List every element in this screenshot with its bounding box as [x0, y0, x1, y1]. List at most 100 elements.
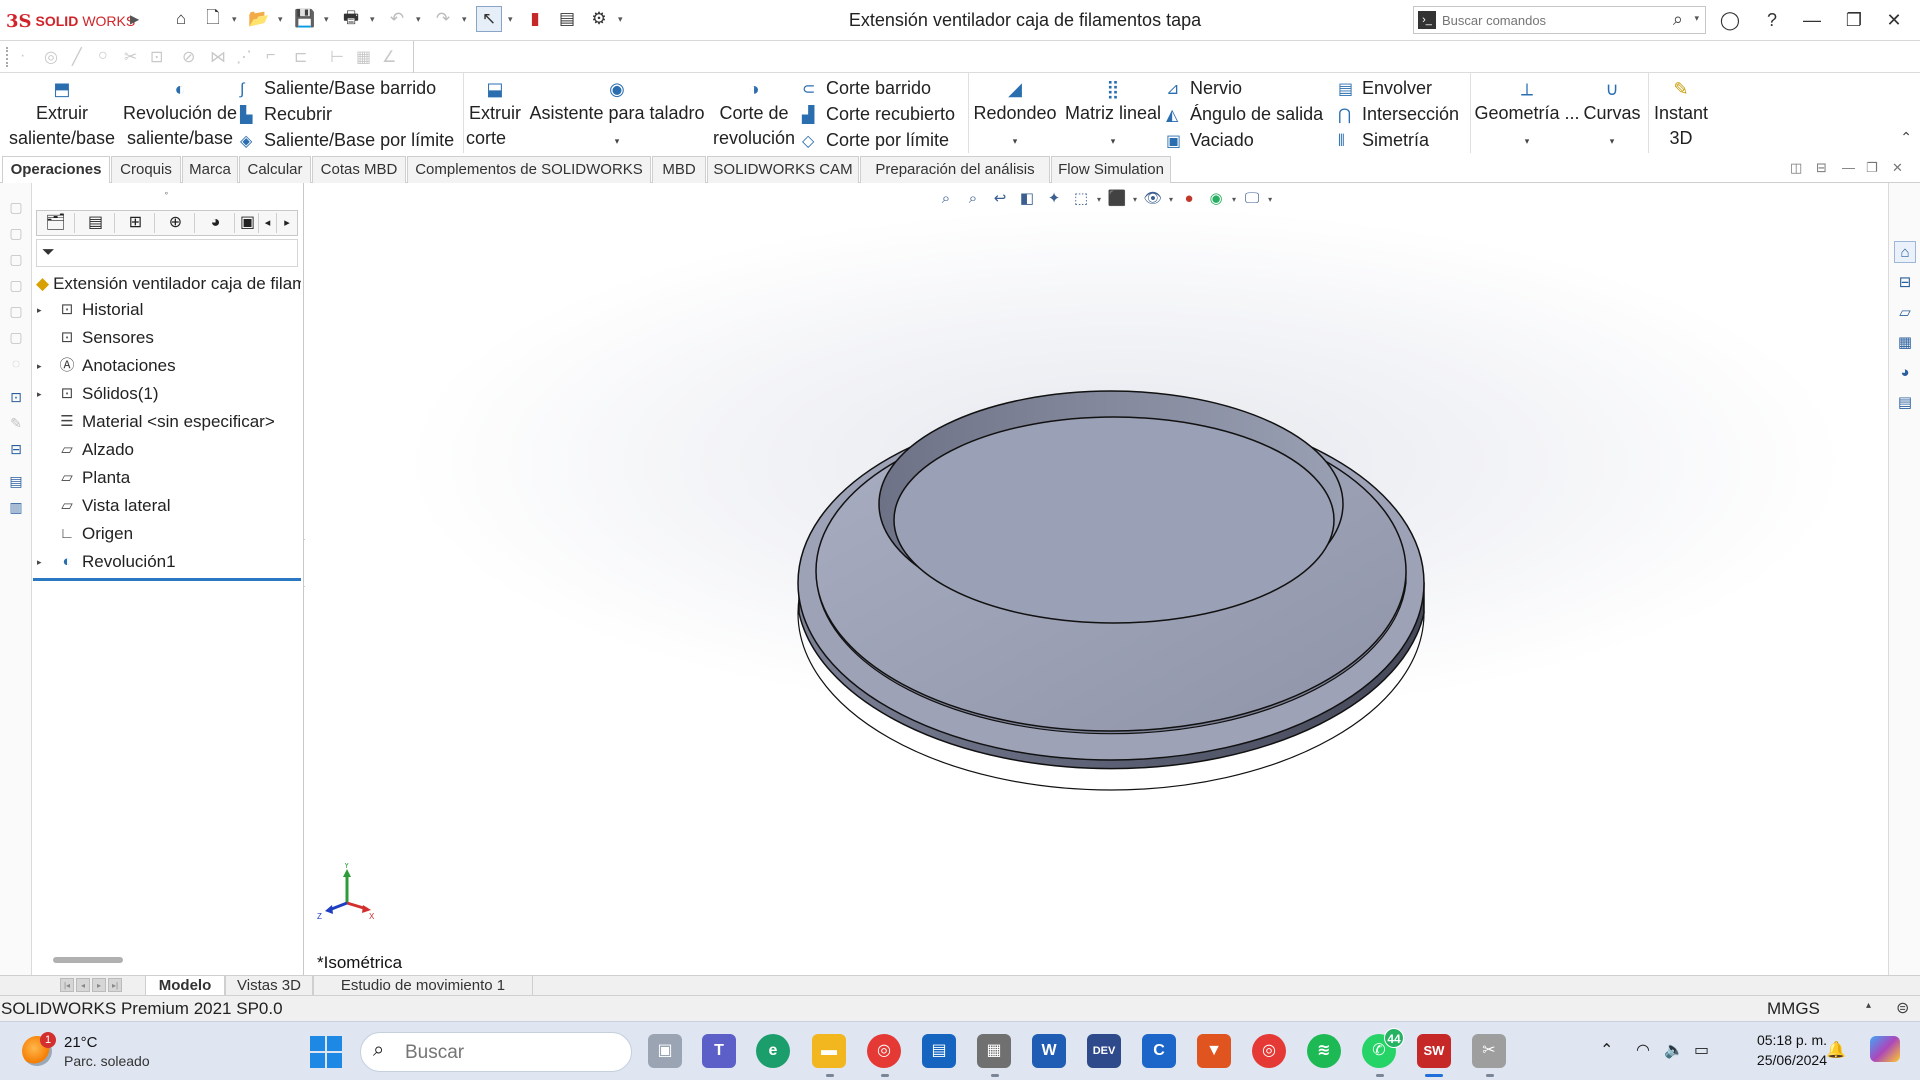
select-tangency-icon[interactable]: ▢ [7, 251, 25, 269]
file-explorer-app-icon[interactable]: ▬ [812, 1034, 846, 1068]
mirror-entities-icon[interactable]: ⋈ [210, 47, 226, 67]
search-dropdown-icon[interactable]: ▾ [1694, 13, 1699, 24]
extrude-cut-button[interactable]: ⬓ Extruir corte [466, 77, 524, 151]
property-manager-icon[interactable]: ▤ [77, 213, 115, 233]
cam-manager-icon[interactable]: ▣ [237, 213, 259, 233]
solidworks-resources-icon[interactable]: ⌂ [1894, 241, 1916, 263]
configuration-manager-icon[interactable]: ⊞ [117, 213, 155, 233]
minimize-icon[interactable]: — [1794, 6, 1830, 34]
swept-cut-button[interactable]: ⊂ Corte barrido [802, 75, 931, 101]
reference-geometry-dropdown-icon[interactable]: ▾ [1525, 136, 1530, 146]
linear-pattern-dropdown-icon[interactable]: ▾ [1111, 136, 1116, 146]
spotify-icon[interactable]: ≋ [1307, 1034, 1341, 1068]
show-hidden-icons-icon[interactable]: ⌃ [1600, 1040, 1613, 1060]
revolve-cut-button[interactable]: ◑ Corte de revolución [710, 77, 798, 151]
tab-modelo[interactable]: Modelo [145, 976, 225, 996]
undo-icon[interactable]: ↶ [384, 6, 410, 32]
start-button[interactable] [310, 1036, 342, 1068]
redo-icon[interactable]: ↷ [430, 6, 456, 32]
print-icon[interactable]: 🖶 [338, 6, 364, 32]
select-faces-icon[interactable]: ◌ [7, 355, 25, 373]
teams-icon[interactable]: T [702, 1034, 736, 1068]
intersect-button[interactable]: ⋂ Intersección [1338, 101, 1459, 127]
print-dropdown-icon[interactable]: ▾ [370, 14, 378, 25]
fillet-button[interactable]: ◢ Redondeo ▾ [972, 77, 1058, 154]
viewport-minimize-icon[interactable]: — [1842, 160, 1855, 175]
expand-arrow-icon[interactable]: ▸ [37, 297, 47, 323]
tab-marca[interactable]: Marca [182, 156, 238, 183]
line-icon[interactable]: ╱ [72, 47, 82, 67]
fillet-dropdown-icon[interactable]: ▾ [1013, 136, 1018, 146]
weather-widget[interactable]: 1 21°C Parc. soleado [22, 1032, 202, 1072]
rib-button[interactable]: ⊿ Nervio [1166, 75, 1242, 101]
volume-icon[interactable]: 🔈 [1664, 1040, 1684, 1060]
wrap-button[interactable]: ▤ Envolver [1338, 75, 1432, 101]
first-tab-icon[interactable]: |◂ [60, 978, 74, 992]
tab-cotas-mbd[interactable]: Cotas MBD [312, 156, 406, 183]
tabs-scroll-left-icon[interactable]: ◂ [259, 213, 277, 233]
toggle-filter-toolbar-icon[interactable]: ▤ [7, 473, 25, 491]
battery-icon[interactable]: ▭ [1694, 1040, 1709, 1060]
file-explorer-icon[interactable]: ▱ [1894, 301, 1916, 323]
brave-icon[interactable]: ▼ [1197, 1034, 1231, 1068]
clear-filters-icon[interactable]: ▥ [7, 499, 25, 517]
copilot-icon[interactable] [1870, 1036, 1900, 1062]
solidworks-taskbar-icon[interactable]: SW [1417, 1034, 1451, 1068]
c-app-icon[interactable]: C [1142, 1034, 1176, 1068]
tab-preparacion-analisis[interactable]: Preparación del análisis [860, 156, 1050, 183]
file-properties-icon[interactable]: ▤ [554, 6, 580, 32]
select-dropdown-icon[interactable]: ▾ [508, 14, 516, 25]
next-tab-icon[interactable]: ▸ [92, 978, 106, 992]
instant3d-button[interactable]: ✎ Instant 3D [1650, 77, 1712, 151]
command-search-input[interactable] [1442, 10, 1652, 30]
taskbar-search-input[interactable] [405, 1042, 605, 1064]
view-palette-icon[interactable]: ▦ [1894, 331, 1916, 353]
display-pane-icon[interactable]: ⊟ [7, 441, 25, 459]
close-icon[interactable]: ✕ [1876, 6, 1912, 34]
linear-pattern-button[interactable]: ⣿ Matriz lineal ▾ [1062, 77, 1164, 154]
tab-mbd[interactable]: MBD [652, 156, 706, 183]
quick-tips-icon[interactable]: ⊜ [1896, 998, 1909, 1018]
tabs-scroll-right-icon[interactable]: ▸ [277, 213, 297, 233]
mirror-button[interactable]: ⫴ Simetría [1338, 127, 1429, 153]
rollback-bar[interactable] [33, 578, 301, 581]
command-search[interactable]: ›_ ⌕ ▾ [1413, 6, 1706, 34]
task-view-icon[interactable]: ▣ [648, 1034, 682, 1068]
viewport-close-icon[interactable]: ✕ [1892, 160, 1903, 176]
shell-button[interactable]: ▣ Vaciado [1166, 127, 1254, 153]
redo-dropdown-icon[interactable]: ▾ [462, 14, 470, 25]
grid-icon[interactable]: ▦ [356, 47, 371, 67]
wifi-icon[interactable]: ◠ [1636, 1040, 1650, 1060]
select-filter-icon[interactable]: ⊡ [7, 389, 25, 407]
part-model-3d[interactable] [305, 183, 1888, 978]
hole-wizard-button[interactable]: ◉ Asistente para taladro ▾ [526, 77, 708, 154]
feature-tree-hscrollbar[interactable] [53, 957, 123, 963]
revolve-boss-button[interactable]: ◐ Revolución de saliente/base [120, 77, 240, 151]
expand-arrow-icon[interactable]: ▸ [37, 353, 47, 379]
edge-icon[interactable]: e [756, 1034, 790, 1068]
tree-root-part[interactable]: ◆Extensión ventilador caja de filamentos… [36, 271, 301, 297]
search-icon[interactable]: ⌕ [1673, 9, 1683, 30]
boundary-cut-button[interactable]: ◇ Corte por límite [802, 127, 949, 153]
design-library-icon[interactable]: ⊟ [1894, 271, 1916, 293]
select-edges-icon[interactable]: ▢ [7, 329, 25, 347]
select-loop-icon[interactable]: ▢ [7, 225, 25, 243]
boundary-boss-button[interactable]: ◈ Saliente/Base por límite [240, 127, 454, 153]
options-gear-icon[interactable]: ⚙ [586, 6, 612, 32]
tab-vistas-3d[interactable]: Vistas 3D [225, 976, 313, 996]
appearances-icon[interactable]: ◕ [1894, 361, 1916, 383]
options-dropdown-icon[interactable]: ▾ [618, 14, 626, 25]
unit-system[interactable]: MMGS [1767, 999, 1820, 1019]
lofted-cut-button[interactable]: ▟ Corte recubierto [802, 101, 955, 127]
tab-flow-simulation[interactable]: Flow Simulation [1051, 156, 1171, 183]
restore-icon[interactable]: ❐ [1836, 6, 1872, 34]
circle-sketch-icon[interactable]: ○ [98, 47, 108, 65]
prev-tab-icon[interactable]: ◂ [76, 978, 90, 992]
open-dropdown-icon[interactable]: ▾ [278, 14, 286, 25]
trim-icon[interactable]: ✂ [124, 47, 137, 67]
panel-splitter[interactable]: ⚬ [163, 189, 170, 198]
featuremanager-tree-icon[interactable]: 🗂 [37, 213, 75, 233]
save-dropdown-icon[interactable]: ▾ [324, 14, 332, 25]
snipping-tool-icon[interactable]: ✂ [1472, 1034, 1506, 1068]
app-icon[interactable]: ▦ [977, 1034, 1011, 1068]
